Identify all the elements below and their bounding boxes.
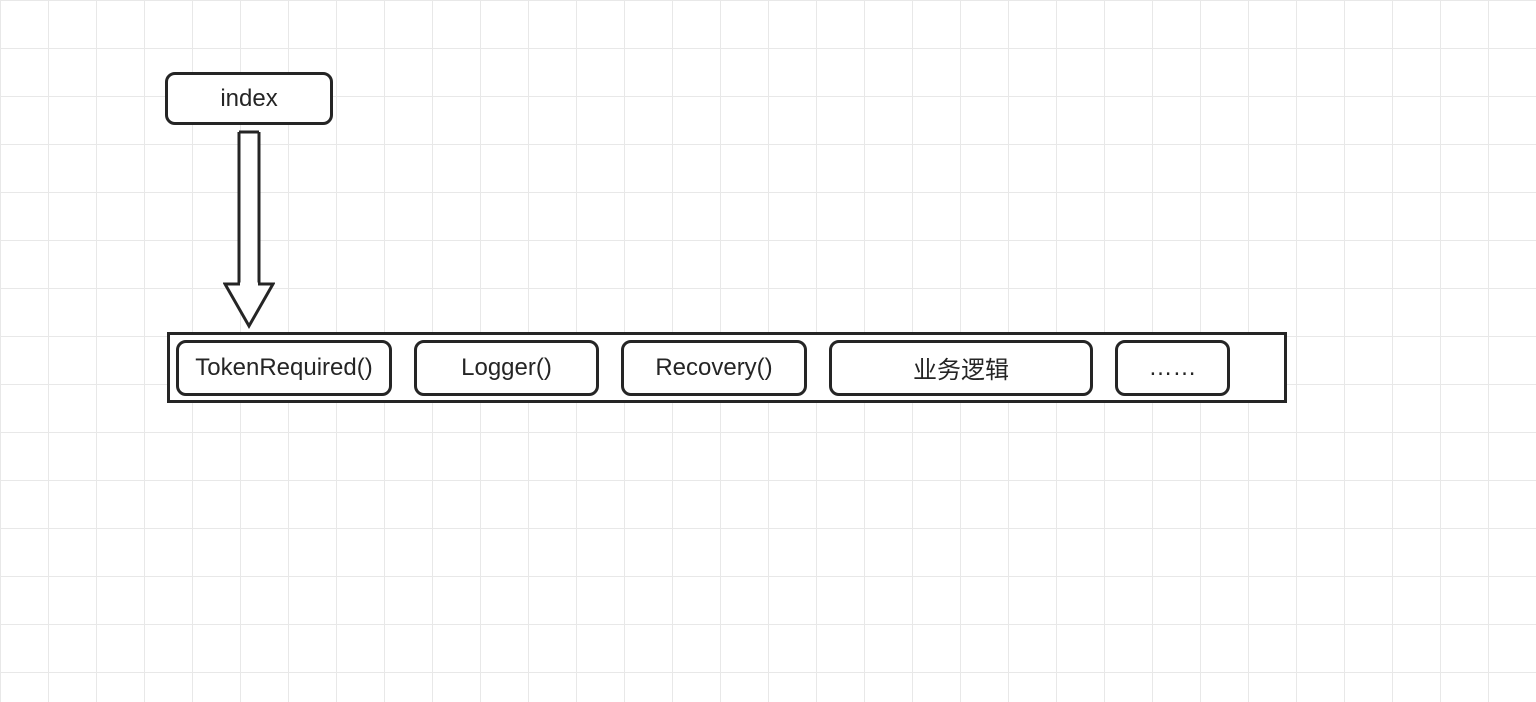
- index-label: index: [220, 85, 277, 113]
- pipeline-item-recovery: Recovery(): [621, 340, 807, 396]
- pipeline-item-logger: Logger(): [414, 340, 599, 396]
- pipeline-container: TokenRequired() Logger() Recovery() 业务逻辑…: [167, 332, 1287, 403]
- pipeline-item-label: Recovery(): [655, 354, 772, 382]
- diagram-layer: index TokenRequired() Logger() Recovery(…: [0, 0, 1536, 702]
- pipeline-item-more: ……: [1115, 340, 1230, 396]
- pipeline-item-label: 业务逻辑: [913, 350, 1009, 385]
- arrow-down-icon: [223, 126, 275, 331]
- pipeline-item-label: ……: [1149, 354, 1197, 382]
- pipeline-item-label: Logger(): [461, 354, 552, 382]
- index-node: index: [165, 72, 333, 125]
- pipeline-item-business-logic: 业务逻辑: [829, 340, 1093, 396]
- pipeline-item-token-required: TokenRequired(): [176, 340, 392, 396]
- pipeline-item-label: TokenRequired(): [195, 354, 372, 382]
